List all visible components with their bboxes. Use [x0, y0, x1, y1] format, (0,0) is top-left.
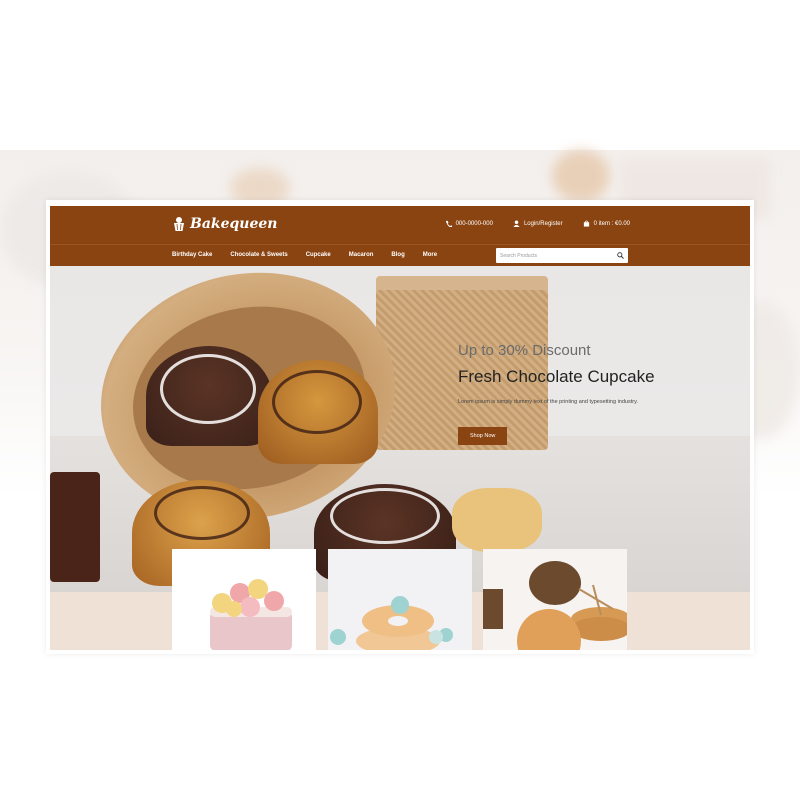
header-links: 000-0000-000 Login/Register 0 item : €0.…	[445, 220, 630, 227]
category-card-macaron-cake[interactable]	[172, 549, 316, 650]
hero-content: Up to 30% Discount Fresh Chocolate Cupca…	[458, 342, 655, 445]
cart-text: 0 item : €0.00	[593, 220, 630, 227]
logo[interactable]: Bakequeen	[172, 216, 277, 232]
browser-frame: Bakequeen 000-0000-000 Login/Register 0 …	[46, 200, 754, 654]
donut-image	[330, 596, 453, 650]
login-text: Login/Register	[523, 220, 563, 227]
search-input[interactable]	[500, 252, 617, 259]
nav-item-blog[interactable]: Blog	[391, 252, 404, 258]
macaron-cake-image	[210, 579, 292, 650]
cart-link[interactable]: 0 item : €0.00	[583, 220, 630, 227]
main-nav: Birthday Cake Chocolate & Sweets Cupcake…	[172, 252, 437, 258]
hero-subtitle: Up to 30% Discount	[458, 342, 591, 359]
category-card-donuts[interactable]	[328, 549, 472, 650]
search-box	[496, 248, 628, 263]
chocolate-drizzle	[272, 370, 362, 434]
shop-now-button[interactable]: Shop Now	[458, 427, 508, 445]
icing-drizzle	[330, 488, 440, 544]
background-blur	[552, 150, 610, 202]
phone-text: 000-0000-000	[455, 220, 493, 227]
chocolate-muffin	[146, 346, 272, 446]
nav-bar: Birthday Cake Chocolate & Sweets Cupcake…	[50, 244, 750, 266]
icing-drizzle	[160, 354, 256, 424]
muffin-half	[452, 488, 542, 552]
website: Bakequeen 000-0000-000 Login/Register 0 …	[50, 206, 750, 650]
login-link[interactable]: Login/Register	[513, 220, 563, 227]
hero-description: Lorem ipsum is simply dummy text of the …	[458, 399, 638, 405]
brownie	[50, 472, 100, 582]
chocolate-drizzle	[154, 486, 250, 540]
nav-item-birthday-cake[interactable]: Birthday Cake	[172, 252, 212, 258]
search-icon[interactable]	[617, 252, 624, 259]
top-bar: Bakequeen 000-0000-000 Login/Register 0 …	[50, 206, 750, 244]
user-icon	[513, 220, 520, 227]
nav-item-macaron[interactable]: Macaron	[349, 252, 374, 258]
preview-canvas: Bakequeen 000-0000-000 Login/Register 0 …	[0, 0, 800, 800]
brand-name: Bakequeen	[190, 216, 278, 232]
cookies-image	[483, 561, 627, 650]
category-card-cookies[interactable]	[483, 549, 627, 650]
hero-title: Fresh Chocolate Cupcake	[458, 367, 655, 386]
cupcake-logo-icon	[174, 217, 184, 231]
hero-banner: Up to 30% Discount Fresh Chocolate Cupca…	[50, 245, 750, 592]
nav-item-cupcake[interactable]: Cupcake	[306, 252, 331, 258]
phone-icon	[445, 220, 452, 227]
cart-icon	[583, 220, 589, 227]
nav-item-more[interactable]: More	[423, 252, 437, 258]
nav-item-chocolate-sweets[interactable]: Chocolate & Sweets	[230, 252, 287, 258]
phone-link[interactable]: 000-0000-000	[445, 220, 493, 227]
vanilla-muffin	[258, 360, 378, 464]
